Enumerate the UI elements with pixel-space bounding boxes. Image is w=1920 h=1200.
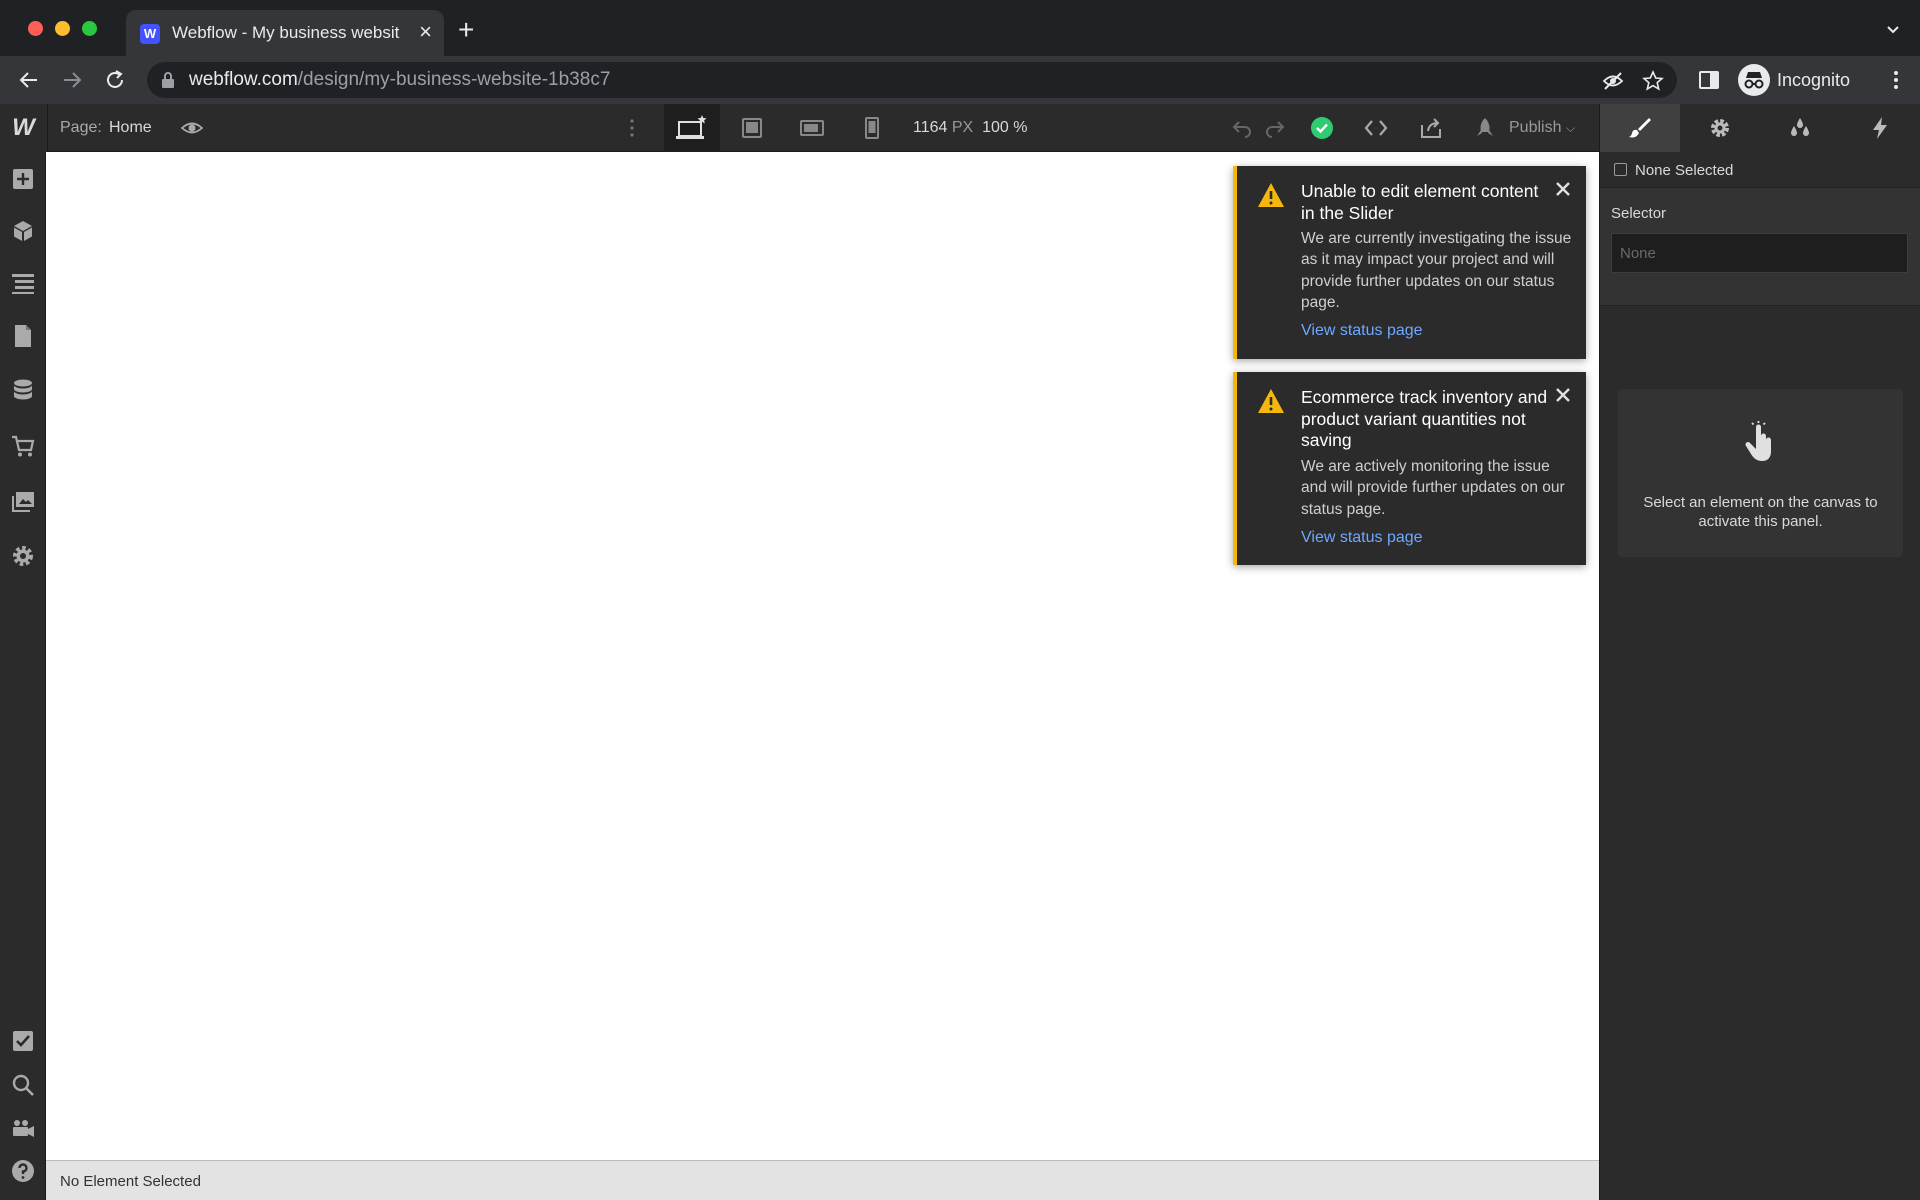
page-selector[interactable]: Home <box>109 119 152 137</box>
tab-search-chevron-icon[interactable] <box>1886 22 1900 36</box>
canvas-width-unit: PX <box>951 119 974 136</box>
browser-toolbar: webflow.com/design/my-business-website-1… <box>0 56 1920 104</box>
tab-close-icon[interactable]: × <box>419 20 432 44</box>
lock-icon <box>162 72 174 88</box>
element-breadcrumb-bar: No Element Selected <box>46 1160 1599 1200</box>
url-domain: webflow.com <box>189 69 298 90</box>
incognito-avatar-icon[interactable] <box>1738 64 1770 96</box>
window-minimize-button[interactable] <box>55 21 70 36</box>
navigator-icon[interactable] <box>11 271 35 295</box>
project-settings-gear-icon[interactable] <box>11 544 35 568</box>
notification-ecommerce-issue: Ecommerce track inventory and product va… <box>1233 372 1586 565</box>
cms-database-icon[interactable] <box>11 378 35 402</box>
view-status-page-link[interactable]: View status page <box>1301 529 1423 547</box>
breakpoint-portrait-icon[interactable] <box>860 116 884 140</box>
warning-icon <box>1258 389 1284 413</box>
forward-arrow-icon[interactable] <box>60 68 84 92</box>
pages-icon[interactable] <box>11 324 35 348</box>
left-toolbar <box>0 152 46 1200</box>
browser-tab-bar: W Webflow - My business websit × + <box>0 0 1920 56</box>
more-options-icon[interactable] <box>620 116 644 140</box>
desktop-star-icon <box>676 115 707 139</box>
symbols-cube-icon[interactable] <box>11 219 35 243</box>
designer-top-bar: W Page: Home 1164 PX 100 % Publish ⌵ <box>0 104 1920 152</box>
back-arrow-icon[interactable] <box>17 68 41 92</box>
selector-label: Selector <box>1611 205 1667 222</box>
canvas-size-readout: 1164 PX 100 % <box>913 119 1027 137</box>
selector-input[interactable]: None <box>1611 233 1908 273</box>
gear-icon <box>1711 119 1729 137</box>
page-label: Page: <box>60 119 102 136</box>
breakpoint-landscape-icon[interactable] <box>800 116 824 140</box>
redo-icon[interactable] <box>1263 116 1287 140</box>
address-bar[interactable]: webflow.com/design/my-business-website-1… <box>147 62 1677 98</box>
search-icon[interactable] <box>11 1073 35 1097</box>
tab-settings[interactable] <box>1680 104 1760 152</box>
view-status-page-link[interactable]: View status page <box>1301 322 1423 340</box>
tab-title: Webflow - My business websit <box>172 23 400 42</box>
bookmark-star-icon[interactable] <box>1642 70 1664 92</box>
empty-state-message: Select an element on the canvas to activ… <box>1643 494 1878 530</box>
publish-label: Publish <box>1509 119 1562 136</box>
audit-checkbox-icon[interactable] <box>11 1029 35 1053</box>
canvas-width: 1164 <box>913 119 948 136</box>
tab-style-manager[interactable] <box>1760 104 1840 152</box>
reload-icon[interactable] <box>103 68 127 92</box>
incognito-label: Incognito <box>1777 70 1851 90</box>
empty-state-card: Select an element on the canvas to activ… <box>1618 389 1903 557</box>
tap-hand-icon <box>1745 421 1771 461</box>
brush-icon <box>1629 118 1651 138</box>
notification-body: We are currently investigating the issue… <box>1301 230 1572 312</box>
preview-eye-icon[interactable] <box>180 116 204 140</box>
url-text: webflow.com/design/my-business-website-1… <box>189 69 610 91</box>
warning-icon <box>1258 183 1284 207</box>
breakpoint-desktop-button[interactable] <box>664 104 720 152</box>
side-panel-icon[interactable] <box>1697 68 1721 92</box>
none-selected-label: None Selected <box>1635 162 1734 179</box>
drops-icon <box>1791 118 1809 136</box>
publish-button[interactable]: Publish ⌵ <box>1509 119 1575 137</box>
undo-icon[interactable] <box>1230 116 1254 140</box>
export-icon[interactable] <box>1419 116 1443 140</box>
selector-placeholder: None <box>1620 245 1656 262</box>
panel-tabs <box>1599 104 1920 152</box>
window-close-button[interactable] <box>28 21 43 36</box>
assets-images-icon[interactable] <box>11 490 35 514</box>
webflow-logo[interactable]: W <box>0 104 48 152</box>
close-icon[interactable] <box>1554 386 1572 404</box>
new-tab-icon[interactable]: + <box>458 16 474 44</box>
selection-row: None Selected <box>1600 152 1920 188</box>
url-path: /design/my-business-website-1b38c7 <box>297 69 611 90</box>
ecommerce-cart-icon[interactable] <box>11 434 35 458</box>
breakpoint-tablet-icon[interactable] <box>740 116 764 140</box>
chevron-down-icon: ⌵ <box>1565 121 1576 135</box>
code-view-icon[interactable] <box>1364 116 1388 140</box>
browser-tab[interactable]: W Webflow - My business websit × <box>126 10 444 56</box>
status-text: No Element Selected <box>60 1173 201 1190</box>
saved-check-icon[interactable] <box>1310 116 1334 140</box>
tab-interactions[interactable] <box>1840 104 1920 152</box>
notification-title: Unable to edit element content in the Sl… <box>1301 181 1539 223</box>
selection-checkbox[interactable] <box>1614 163 1627 176</box>
style-panel: None Selected Selector None Select an el… <box>1599 152 1920 1200</box>
selector-section: Selector None <box>1600 188 1920 306</box>
tab-style[interactable] <box>1600 104 1680 152</box>
collaborators-video-icon[interactable] <box>11 1116 35 1140</box>
browser-menu-icon[interactable] <box>1884 68 1908 92</box>
close-icon[interactable] <box>1554 180 1572 198</box>
webflow-favicon-icon: W <box>140 24 160 44</box>
zoom-level: 100 % <box>982 119 1028 136</box>
help-icon[interactable] <box>11 1159 35 1183</box>
publish-rocket-icon[interactable] <box>1473 116 1497 140</box>
notification-slider-issue: Unable to edit element content in the Sl… <box>1233 166 1586 359</box>
eye-off-icon[interactable] <box>1602 70 1624 92</box>
lightning-icon <box>1873 117 1887 139</box>
notification-body: We are actively monitoring the issue and… <box>1301 458 1565 518</box>
notification-title: Ecommerce track inventory and product va… <box>1301 387 1548 450</box>
add-elements-icon[interactable] <box>11 167 35 191</box>
window-maximize-button[interactable] <box>82 21 97 36</box>
